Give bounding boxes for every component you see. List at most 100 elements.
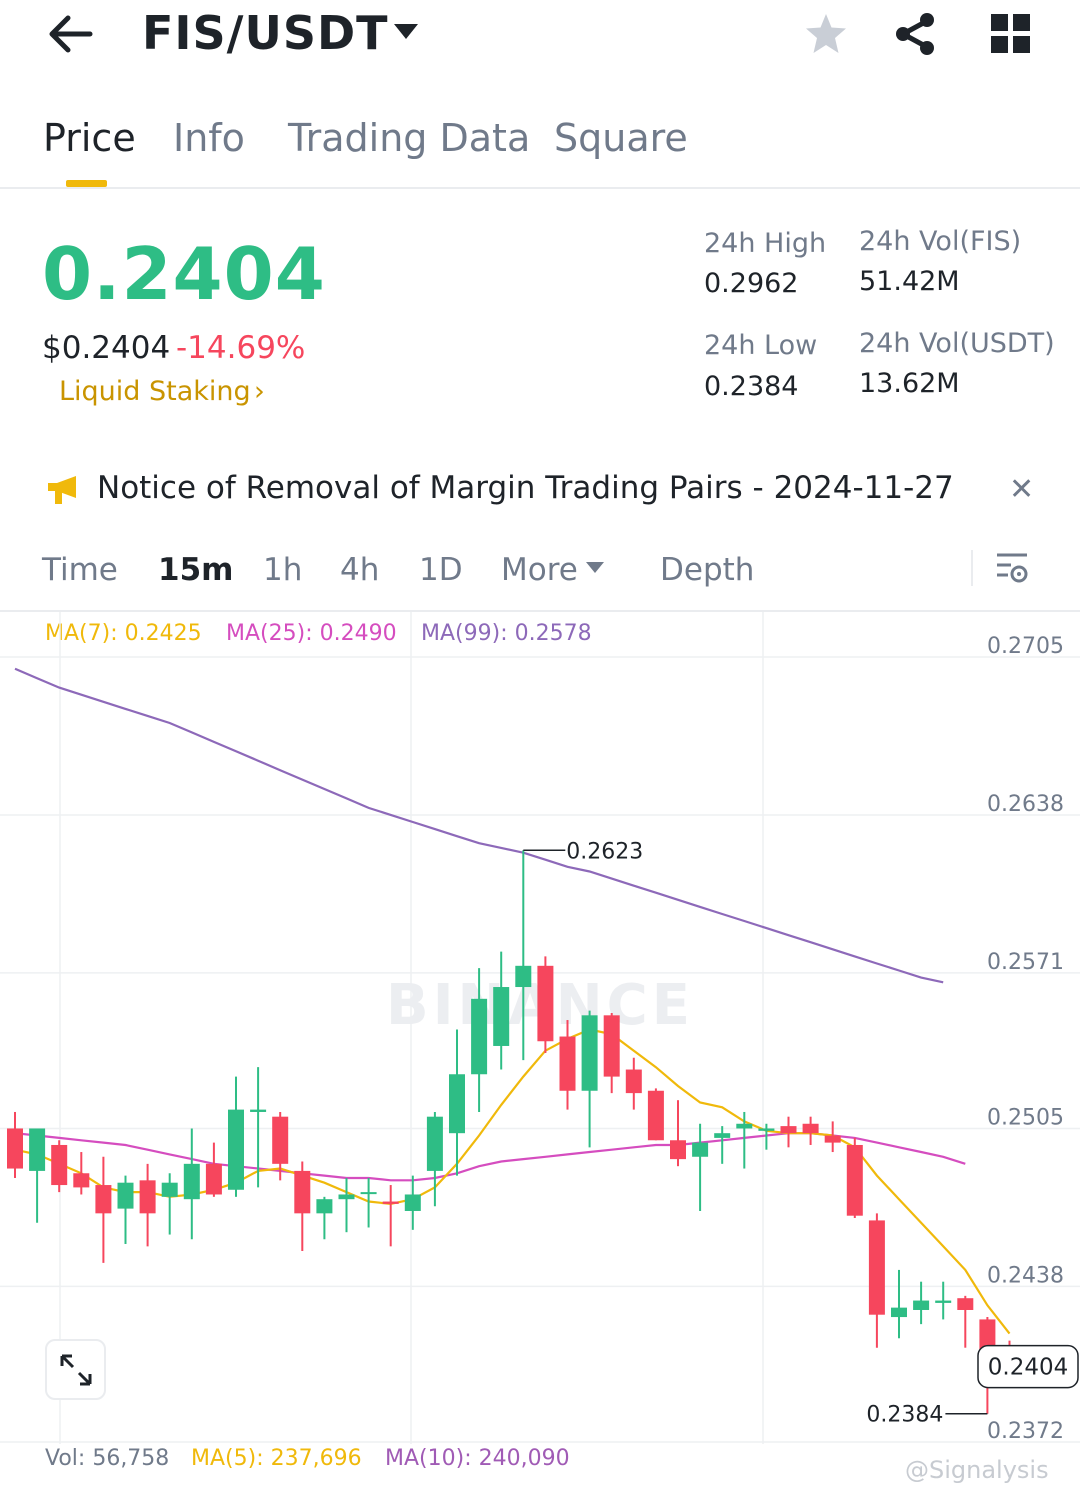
candle (205, 1163, 222, 1195)
candle (647, 1090, 664, 1141)
price-change-percent: -14.69% (176, 330, 306, 366)
stat-label-vol-base: 24h Vol(FIS) (859, 226, 1022, 257)
volume-ma5-label: MA(5): 237,696 (191, 1446, 362, 1471)
candle (382, 1201, 399, 1204)
candle (824, 1135, 841, 1143)
caret-down-icon[interactable] (392, 22, 420, 46)
interval-1d[interactable]: 1D (419, 552, 463, 588)
candle (736, 1123, 753, 1129)
candle (537, 965, 554, 1042)
candlestick-chart[interactable]: 0.27050.26380.25710.25050.24380.2372BINA… (0, 612, 1080, 1444)
volume-ma10-label: MA(10): 240,090 (385, 1446, 570, 1471)
interval-15m[interactable]: 15m (158, 552, 233, 588)
candle (625, 1069, 642, 1094)
candle (294, 1170, 311, 1214)
stat-vol-base: 51.42M (859, 266, 960, 297)
ma25-line (14, 1132, 966, 1182)
candle (250, 1109, 267, 1112)
ma99-line (14, 667, 944, 984)
interval-time[interactable]: Time (42, 552, 118, 588)
tag-link[interactable]: Liquid Staking (59, 376, 251, 407)
divider (0, 187, 1080, 189)
candle (780, 1126, 797, 1134)
candle (29, 1128, 46, 1171)
candle (7, 1128, 23, 1169)
y-tick-label: 0.2705 (987, 634, 1064, 659)
caret-down-icon[interactable] (585, 560, 605, 579)
candle (449, 1074, 465, 1134)
candle (471, 998, 488, 1075)
tab-info[interactable]: Info (173, 116, 245, 160)
candle (161, 1182, 178, 1197)
active-tab-indicator (66, 180, 107, 187)
stat-vol-quote: 13.62M (859, 368, 960, 399)
candle (51, 1144, 68, 1186)
close-icon[interactable]: ✕ (1009, 472, 1034, 507)
y-tick-label: 0.2505 (987, 1105, 1064, 1130)
chart-settings-icon[interactable] (994, 550, 1030, 590)
candle (228, 1109, 244, 1190)
stat-label-vol-quote: 24h Vol(USDT) (859, 328, 1055, 359)
y-tick-label: 0.2638 (987, 792, 1064, 817)
stat-high: 0.2962 (704, 268, 799, 299)
last-price: 0.2404 (42, 232, 326, 316)
y-tick-label: 0.2372 (987, 1419, 1064, 1444)
divider (971, 550, 973, 586)
candle (117, 1182, 134, 1209)
y-tick-label: 0.2438 (987, 1263, 1064, 1288)
volume-label: Vol: 56,758 (45, 1446, 170, 1471)
candle (603, 1015, 620, 1077)
candle (935, 1300, 952, 1303)
pair-title[interactable]: FIS/USDT (142, 6, 389, 60)
candle (360, 1192, 377, 1195)
candle (316, 1199, 333, 1214)
candle (581, 1015, 598, 1091)
tab-price[interactable]: Price (43, 116, 136, 160)
tab-square[interactable]: Square (554, 116, 688, 160)
stat-label-high: 24h High (704, 228, 827, 259)
stat-low: 0.2384 (704, 371, 799, 402)
share-icon[interactable] (893, 12, 937, 60)
candle (670, 1140, 686, 1160)
grid-icon[interactable] (991, 14, 1031, 58)
stat-label-low: 24h Low (704, 330, 818, 361)
candle (515, 965, 532, 988)
y-tick-label: 0.2571 (987, 950, 1064, 975)
candle (913, 1300, 930, 1310)
tab-depth[interactable]: Depth (660, 552, 754, 588)
candle (846, 1144, 863, 1216)
candle (868, 1220, 885, 1315)
interval-4h[interactable]: 4h (340, 552, 379, 588)
candle (957, 1298, 974, 1310)
notice-banner[interactable]: Notice of Removal of Margin Trading Pair… (97, 470, 954, 506)
candle (559, 1036, 576, 1091)
chevron-right-icon[interactable]: › (254, 376, 265, 407)
candle (272, 1116, 289, 1164)
candle (802, 1123, 819, 1134)
credit-watermark: @Signalysis (905, 1456, 1049, 1484)
interval-more[interactable]: More (501, 552, 578, 588)
high-marker-label: 0.2623 (566, 839, 643, 864)
candle (493, 987, 510, 1046)
candle (404, 1194, 421, 1211)
candle (692, 1142, 709, 1157)
back-arrow-icon[interactable] (46, 12, 96, 56)
candle (73, 1173, 90, 1188)
star-icon[interactable] (804, 12, 848, 60)
candle (714, 1133, 731, 1138)
expand-button[interactable] (45, 1339, 106, 1400)
candle (426, 1116, 443, 1171)
usd-price: $0.2404 (42, 330, 171, 366)
current-price-label: 0.2404 (988, 1355, 1068, 1381)
candle (95, 1185, 112, 1214)
candle (183, 1163, 200, 1200)
megaphone-icon (46, 474, 80, 510)
candle (338, 1194, 355, 1200)
expand-icon (60, 1354, 91, 1385)
candle (758, 1128, 775, 1131)
interval-1h[interactable]: 1h (263, 552, 302, 588)
low-marker-label: 0.2384 (866, 1403, 943, 1428)
candle (139, 1180, 156, 1214)
candle (891, 1307, 907, 1318)
tab-trading-data[interactable]: Trading Data (288, 116, 530, 160)
